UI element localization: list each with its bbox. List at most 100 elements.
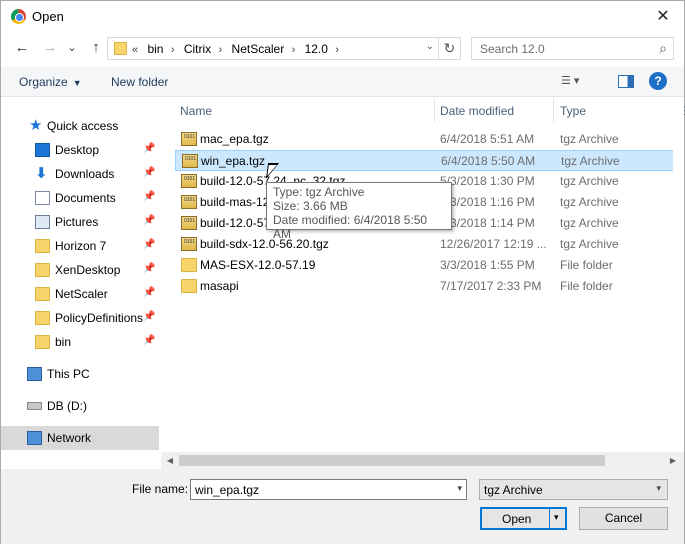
- file-date: 6/4/2018 5:51 AM: [440, 132, 535, 146]
- sidebar-item-xendesktop[interactable]: XenDesktop 📌: [1, 258, 159, 282]
- chevron-down-icon[interactable]: ▾: [656, 483, 661, 494]
- open-button-label: Open: [502, 512, 532, 526]
- sidebar-item-label: NetScaler: [55, 287, 108, 301]
- file-type: tgz Archive: [560, 195, 619, 209]
- sidebar-item-label: XenDesktop: [55, 263, 121, 277]
- file-date: 7/17/2017 2:33 PM: [440, 279, 542, 293]
- chevron-right-icon[interactable]: ›: [335, 44, 339, 56]
- folder-icon: [114, 42, 127, 55]
- sidebar-item-pictures[interactable]: Pictures 📌: [1, 210, 159, 234]
- column-header-type[interactable]: Type: [560, 104, 586, 118]
- scroll-left-icon[interactable]: ◀: [164, 455, 176, 467]
- close-icon[interactable]: ✕: [648, 5, 678, 29]
- column-header-date-modified[interactable]: Date modified: [440, 104, 514, 118]
- chevron-down-icon[interactable]: ▾: [457, 483, 462, 494]
- breadcrumb-item-citrix[interactable]: Citrix: [184, 42, 211, 56]
- column-header-name[interactable]: Name: [180, 104, 212, 118]
- pin-icon[interactable]: 📌: [143, 263, 155, 274]
- breadcrumb-overflow[interactable]: «: [132, 44, 138, 56]
- help-icon[interactable]: ?: [649, 72, 667, 90]
- file-info-tooltip: Type: tgz Archive Size: 3.66 MB Date mod…: [266, 182, 452, 241]
- recent-locations-icon[interactable]: ⌄: [63, 39, 81, 57]
- folder-icon: [35, 311, 50, 325]
- file-row[interactable]: masapi 7/17/2017 2:33 PM File folder: [175, 276, 684, 297]
- file-row-selected[interactable]: win_epa.tgz 6/4/2018 5:50 AM tgz Archive: [175, 150, 684, 171]
- sidebar-item-bin[interactable]: bin 📌: [1, 330, 159, 354]
- sidebar-item-label: Horizon 7: [55, 239, 107, 253]
- archive-icon: [181, 216, 197, 230]
- pin-icon[interactable]: 📌: [143, 143, 155, 154]
- pin-icon[interactable]: 📌: [143, 335, 155, 346]
- search-input[interactable]: Search 12.0 ⌕: [471, 37, 674, 60]
- computer-icon: [27, 367, 42, 381]
- pin-icon[interactable]: 📌: [143, 191, 155, 202]
- documents-icon: [35, 191, 50, 205]
- chevron-right-icon[interactable]: ›: [171, 44, 175, 56]
- breadcrumb-item-12-0[interactable]: 12.0: [305, 42, 328, 56]
- sidebar-item-desktop[interactable]: Desktop 📌: [1, 138, 159, 162]
- mouse-cursor-icon: [265, 163, 280, 179]
- horizontal-scrollbar[interactable]: ◀ ▶: [161, 452, 684, 469]
- sidebar-item-label: DB (D:): [47, 399, 87, 413]
- file-date: 3/3/2018 1:14 PM: [440, 216, 535, 230]
- sidebar-item-documents[interactable]: Documents 📌: [1, 186, 159, 210]
- scrollbar-thumb[interactable]: [179, 455, 605, 466]
- archive-icon: [181, 237, 197, 251]
- pin-icon[interactable]: 📌: [143, 311, 155, 322]
- open-button[interactable]: Open ▾: [480, 507, 567, 530]
- title-bar: Open ✕: [1, 1, 684, 33]
- sidebar-item-db-drive[interactable]: DB (D:): [1, 394, 159, 418]
- scroll-right-icon[interactable]: ▶: [667, 455, 679, 467]
- sidebar-item-policydefinitions[interactable]: PolicyDefinitions 📌: [1, 306, 159, 330]
- archive-icon: [182, 154, 198, 168]
- open-options-chevron-icon[interactable]: ▾: [554, 512, 559, 523]
- chevron-right-icon[interactable]: ›: [292, 44, 296, 56]
- column-divider[interactable]: [434, 98, 435, 122]
- archive-icon: [181, 132, 197, 146]
- chrome-icon: [11, 9, 26, 24]
- change-view-icon[interactable]: ☰ ▾: [561, 74, 597, 90]
- new-folder-button[interactable]: New folder: [111, 75, 168, 89]
- preview-pane-icon[interactable]: [618, 75, 634, 88]
- forward-arrow-icon[interactable]: →: [41, 39, 59, 57]
- pin-icon[interactable]: 📌: [143, 215, 155, 226]
- cancel-button[interactable]: Cancel: [579, 507, 668, 530]
- pin-icon[interactable]: 📌: [143, 167, 155, 178]
- sidebar-item-network[interactable]: Network: [1, 426, 159, 450]
- breadcrumb-item-netscaler[interactable]: NetScaler: [232, 42, 285, 56]
- organize-label: Organize: [19, 75, 68, 89]
- sidebar-item-netscaler[interactable]: NetScaler 📌: [1, 282, 159, 306]
- file-name-input[interactable]: win_epa.tgz ▾: [190, 479, 467, 500]
- breadcrumb-item-bin[interactable]: bin: [147, 42, 163, 56]
- sidebar-item-horizon-7[interactable]: Horizon 7 📌: [1, 234, 159, 258]
- file-row[interactable]: mac_epa.tgz 6/4/2018 5:51 AM tgz Archive: [175, 129, 684, 150]
- up-arrow-icon[interactable]: ↑: [87, 39, 105, 57]
- refresh-icon[interactable]: ↻: [438, 38, 460, 59]
- file-row[interactable]: MAS-ESX-12.0-57.19 3/3/2018 1:55 PM File…: [175, 255, 684, 276]
- file-name-value: win_epa.tgz: [195, 483, 260, 497]
- back-arrow-icon[interactable]: ←: [13, 39, 31, 57]
- search-placeholder: Search 12.0: [480, 42, 545, 56]
- organize-button[interactable]: Organize ▼: [19, 75, 82, 89]
- pin-icon[interactable]: 📌: [143, 287, 155, 298]
- file-name: MAS-ESX-12.0-57.19: [200, 258, 316, 272]
- chevron-down-icon[interactable]: ⌄: [426, 41, 434, 52]
- sidebar-item-label: Desktop: [55, 143, 100, 157]
- dialog-footer: File name: win_epa.tgz ▾ tgz Archive ▾ O…: [1, 469, 684, 544]
- address-bar[interactable]: « bin › Citrix › NetScaler › 12.0 › ⌄ ↻: [107, 37, 461, 60]
- file-type-select[interactable]: tgz Archive ▾: [479, 479, 668, 500]
- sidebar-item-downloads[interactable]: ⬇ Downloads 📌: [1, 162, 159, 186]
- file-date: 6/4/2018 5:50 AM: [441, 154, 536, 168]
- file-date: 3/3/2018 1:55 PM: [440, 258, 535, 272]
- pin-icon[interactable]: 📌: [143, 239, 155, 250]
- breadcrumb: « bin › Citrix › NetScaler › 12.0 ›: [132, 42, 345, 56]
- search-icon[interactable]: ⌕: [659, 40, 667, 57]
- sidebar-item-quick-access[interactable]: ★ Quick access: [1, 114, 159, 138]
- chevron-right-icon[interactable]: ›: [219, 44, 223, 56]
- vertical-scrollbar[interactable]: [673, 97, 684, 465]
- sidebar-item-this-pc[interactable]: This PC: [1, 362, 159, 386]
- sidebar-item-label: Documents: [55, 191, 116, 205]
- column-divider[interactable]: [553, 98, 554, 122]
- download-icon: ⬇: [35, 165, 48, 182]
- column-header-row: Name Date modified Type S: [171, 98, 685, 122]
